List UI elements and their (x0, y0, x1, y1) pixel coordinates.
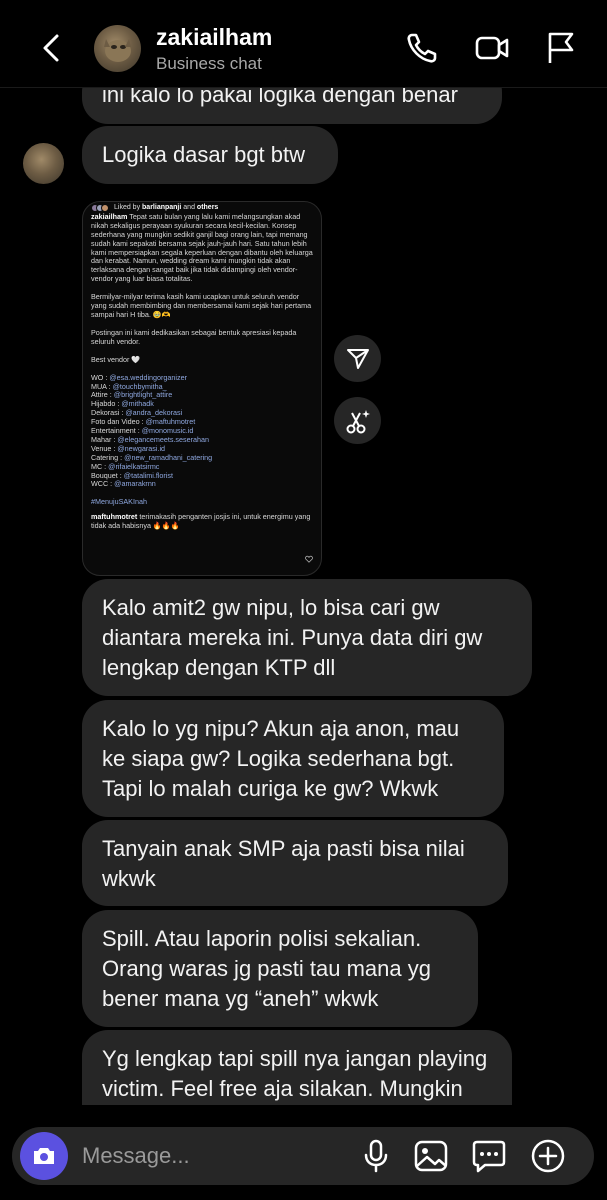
message-bubble[interactable]: Tanyain anak SMP aja pasti bisa nilai wk… (82, 820, 508, 906)
message-text: Logika dasar bgt btw (102, 142, 306, 167)
message-text: Tanyain anak SMP aja pasti bisa nilai wk… (102, 836, 465, 891)
vendor-handle[interactable]: @new_ramadhani_catering (124, 453, 212, 462)
message-bubble[interactable]: Spill. Atau laporin polisi sekalian. Ora… (82, 910, 478, 1027)
phone-icon[interactable] (404, 30, 440, 66)
vendor-handle[interactable]: @brightlight_attire (114, 390, 172, 399)
shared-post[interactable]: Liked by barlianpanji and others zakiail… (82, 201, 322, 576)
video-camera-icon[interactable] (474, 30, 510, 66)
message-input[interactable]: Message... (82, 1143, 190, 1169)
microphone-icon[interactable] (358, 1138, 394, 1174)
message-text: Kalo lo yg nipu? Akun aja anon, mau ke s… (102, 716, 460, 801)
vendor-handle[interactable]: @maftuhmotret (146, 417, 196, 426)
post-comment: maftuhmotret terimakasih penganten josji… (91, 512, 311, 531)
vendor-handle[interactable]: @monomusic.id (142, 426, 194, 435)
post-paragraph: Postingan ini kami dedikasikan sebagai b… (91, 327, 297, 346)
vendor-handle[interactable]: @amarakrnn (114, 479, 156, 489)
avatar[interactable] (94, 25, 141, 72)
contact-subtitle: Business chat (156, 54, 262, 73)
vendor-handle[interactable]: @newgarasi.id (117, 444, 165, 453)
contact-name[interactable]: zakiailham (156, 24, 272, 51)
vendor-line: WCC : @amarakrnn (91, 479, 156, 489)
vendor-handle[interactable]: @andra_dekorasi (125, 408, 182, 417)
vendor-handle[interactable]: @mithadk (121, 399, 153, 408)
message-bubble[interactable]: Logika dasar bgt btw (82, 126, 338, 184)
camera-icon (34, 1148, 54, 1164)
sparkle-scissors-icon (346, 409, 370, 433)
ai-edit-button[interactable] (334, 397, 381, 444)
message-text: Kalo amit2 gw nipu, lo bisa cari gw dian… (102, 595, 483, 680)
vendor-handle[interactable]: @touchbymitha_ (113, 382, 167, 391)
camera-button[interactable] (20, 1132, 68, 1180)
post-hashtag[interactable]: #MenujuSAKInah (91, 497, 313, 507)
sticker-chat-icon[interactable] (471, 1138, 507, 1174)
message-bubble[interactable]: Kalo lo yg nipu? Akun aja anon, mau ke s… (82, 700, 504, 817)
plus-icon[interactable] (530, 1138, 566, 1174)
message-bubble[interactable]: Kalo amit2 gw nipu, lo bisa cari gw dian… (82, 579, 532, 696)
avatar[interactable] (23, 143, 64, 184)
post-paragraph: Bermilyar-milyar terima kasih kami ucapk… (91, 292, 312, 319)
gallery-icon[interactable] (413, 1138, 449, 1174)
share-button[interactable] (334, 335, 381, 382)
heart-icon[interactable] (305, 555, 313, 563)
post-caption: zakiailham Tepat satu bulan yang lalu ka… (91, 211, 313, 284)
vendor-list: WO : @esa.weddingorganizer MUA : @touchby… (91, 373, 313, 490)
chat-header: zakiailham Business chat (0, 0, 607, 88)
post-paragraph: Best vendor 🤍 (91, 354, 141, 364)
send-icon (346, 348, 369, 369)
chevron-left-icon[interactable] (34, 30, 70, 66)
message-text: Spill. Atau laporin polisi sekalian. Ora… (102, 926, 431, 1011)
vendor-handle[interactable]: @tatalimi.florist (124, 471, 173, 480)
vendor-handle[interactable]: @elegancemeets.seserahan (117, 435, 209, 444)
vendor-handle[interactable]: @esa.weddingorganizer (109, 373, 187, 382)
flag-icon[interactable] (543, 30, 579, 66)
vendor-handle[interactable]: @rifaielkatsirmc (108, 462, 159, 471)
